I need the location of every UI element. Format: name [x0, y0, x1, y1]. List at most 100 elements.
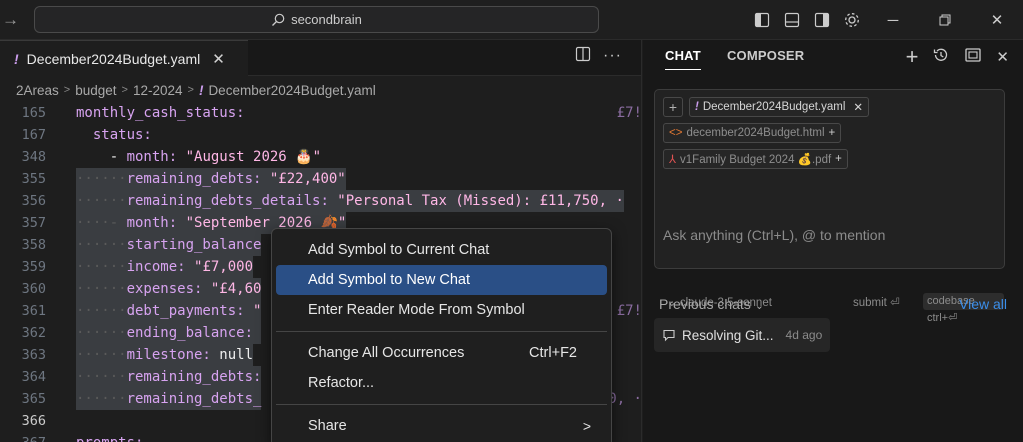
chat-composer[interactable]: + ! December2024Budget.yaml ✕ <> decembe… [654, 89, 1005, 324]
line-content: prompts: [76, 432, 143, 442]
chevron-right-icon: > [63, 84, 71, 96]
workspace-name: secondbrain [291, 12, 362, 27]
title-bar: → secondbrain ─ ✕ [0, 0, 1023, 40]
line-number: 356 [21, 193, 46, 209]
line-number: 361 [21, 303, 46, 319]
overflow-text: £7! [616, 303, 642, 319]
toggle-panel-icon[interactable] [777, 5, 807, 35]
menu-item-refactor[interactable]: Refactor... [276, 368, 607, 398]
line-content: ······remaining_debts: "£22,400" [76, 168, 346, 190]
overflow-text: £7! [616, 105, 642, 121]
line-content: monthly_cash_status: [76, 105, 245, 121]
new-chat-icon[interactable]: + [906, 45, 919, 67]
breadcrumb-item[interactable]: budget [75, 83, 116, 98]
code-line[interactable]: 355 ······remaining_debts: "£22,400" [0, 168, 641, 190]
line-number: 364 [21, 369, 46, 385]
enter-key-icon: ⏎ [948, 312, 958, 324]
chevron-down-icon: ⌄ [754, 300, 764, 312]
code-line[interactable]: 165 monthly_cash_status: £7! [0, 102, 642, 124]
yaml-file-icon: ! [14, 50, 19, 67]
add-context-button[interactable]: + [663, 97, 683, 117]
maximize-panel-icon[interactable] [964, 46, 982, 67]
settings-gear-icon[interactable] [837, 5, 867, 35]
menu-item-enter-reader-mode[interactable]: Enter Reader Mode From Symbol [276, 295, 607, 325]
remove-pill-icon[interactable]: ✕ [853, 100, 863, 114]
yaml-file-icon: ! [198, 82, 204, 98]
line-content: ······income: "£7,000 [76, 256, 254, 278]
more-actions-icon[interactable]: ··· [603, 47, 622, 65]
menu-separator [276, 331, 607, 332]
shortcut-label: Ctrl+F2 [529, 345, 577, 361]
line-number: 358 [21, 237, 46, 253]
line-number: 348 [21, 149, 46, 165]
tab-label: December2024Budget.yaml [26, 50, 201, 67]
breadcrumb-item[interactable]: December2024Budget.yaml [208, 83, 375, 98]
code-line[interactable]: 167 status: [0, 124, 641, 146]
breadcrumb-item[interactable]: 2Areas [16, 83, 59, 98]
line-content: ······milestone: null [76, 344, 254, 366]
restore-button[interactable] [919, 0, 971, 40]
html-file-icon: <> [669, 127, 683, 139]
breadcrumb-item[interactable]: 12-2024 [133, 83, 183, 98]
submit-button[interactable]: submit ⏎ [853, 295, 900, 309]
chevron-right-icon: > [582, 418, 591, 434]
line-number: 357 [21, 215, 46, 231]
search-icon [272, 13, 285, 26]
add-pill-icon[interactable]: + [829, 127, 836, 139]
line-content: ······starting_balance [76, 234, 262, 256]
menu-item-add-symbol-new-chat[interactable]: Add Symbol to New Chat [276, 265, 607, 295]
line-content: ······debt_payments: " [76, 300, 262, 322]
forward-arrow-icon[interactable]: → [2, 10, 20, 30]
line-content: status: [92, 127, 152, 143]
line-content: ······remaining_debts_details: "Personal… [76, 190, 624, 212]
chat-panel: CHAT COMPOSER + ✕ + ! December2024Budget… [643, 40, 1023, 442]
line-number: 359 [21, 259, 46, 275]
yaml-file-icon: ! [695, 101, 699, 113]
context-pill-yaml[interactable]: ! December2024Budget.yaml ✕ [689, 97, 870, 117]
tab-december-budget-yaml[interactable]: ! December2024Budget.yaml ✕ [0, 40, 248, 76]
split-editor-icon[interactable] [575, 46, 591, 65]
line-number: 365 [21, 391, 46, 407]
line-number: 165 [21, 105, 46, 121]
close-tab-icon[interactable]: ✕ [212, 50, 225, 68]
editor-actions: ··· [575, 46, 622, 65]
line-number: 167 [21, 127, 46, 143]
toggle-primary-sidebar-icon[interactable] [747, 5, 777, 35]
close-window-button[interactable]: ✕ [971, 0, 1023, 40]
suggested-row: ⅄ v1Family Budget 2024 💰.pdf + [663, 149, 848, 169]
menu-item-share[interactable]: Share > [276, 411, 607, 441]
line-number: 355 [21, 171, 46, 187]
pdf-file-icon: ⅄ [669, 154, 677, 166]
previous-chats-header[interactable]: Previous chats ⌄ [659, 296, 764, 312]
add-pill-icon[interactable]: + [835, 153, 842, 165]
line-number: 367 [0, 432, 46, 442]
chat-input-placeholder[interactable]: Ask anything (Ctrl+L), @ to mention [663, 227, 885, 243]
menu-item-add-symbol-current-chat[interactable]: Add Symbol to Current Chat [276, 235, 607, 265]
menu-separator [276, 404, 607, 405]
line-content: ······ending_balance: [76, 322, 262, 344]
line-content: ······remaining_debts: [76, 366, 262, 388]
line-content: - month: "August 2026 🎂" [76, 149, 322, 165]
tab-chat[interactable]: CHAT [665, 48, 701, 70]
line-number: 363 [21, 347, 46, 363]
minimize-button[interactable]: ─ [867, 0, 919, 40]
code-line[interactable]: 348 - month: "August 2026 🎂" [0, 146, 641, 168]
chat-tab-bar: CHAT COMPOSER [665, 48, 804, 70]
chevron-right-icon: > [121, 84, 128, 96]
command-center-search[interactable]: secondbrain [34, 6, 599, 33]
chevron-right-icon: > [187, 84, 194, 96]
close-panel-icon[interactable]: ✕ [996, 48, 1009, 66]
suggested-pill-html[interactable]: <> december2024Budget.html + [663, 123, 842, 143]
line-number: 366 [21, 413, 46, 429]
previous-chat-item[interactable]: Resolving Git... 4d ago [654, 318, 830, 352]
tab-composer[interactable]: COMPOSER [727, 48, 804, 70]
view-all-link[interactable]: View all [959, 296, 1007, 312]
code-line[interactable]: 356 ······remaining_debts_details: "Perso… [0, 190, 641, 212]
toggle-secondary-sidebar-icon[interactable] [807, 5, 837, 35]
menu-item-change-all-occurrences[interactable]: Change All Occurrences Ctrl+F2 [276, 338, 607, 368]
history-icon[interactable] [932, 46, 950, 67]
suggested-pill-pdf[interactable]: ⅄ v1Family Budget 2024 💰.pdf + [663, 149, 848, 169]
suggested-row: <> december2024Budget.html + [663, 123, 842, 143]
title-bar-actions: ─ ✕ [747, 0, 1023, 40]
line-number: 360 [21, 281, 46, 297]
